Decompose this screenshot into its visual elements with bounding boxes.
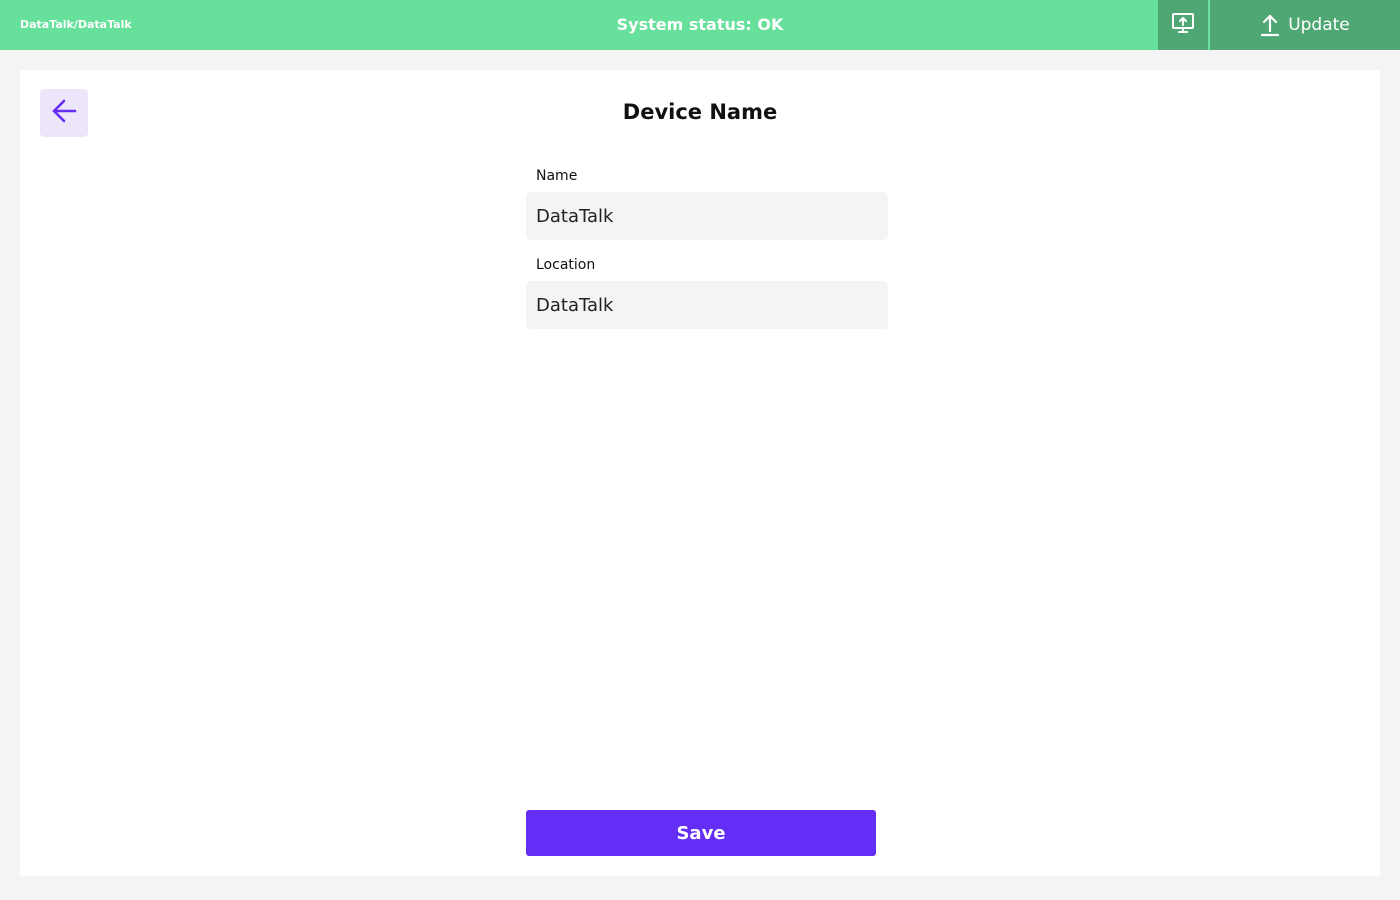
monitor-upload-icon <box>1171 11 1195 39</box>
location-label: Location <box>536 257 596 273</box>
page-title: Device Name <box>622 100 778 124</box>
breadcrumb[interactable]: DataTalk/DataTalk <box>20 0 132 50</box>
name-input[interactable] <box>526 192 888 240</box>
update-button-label: Update <box>1288 15 1350 35</box>
upload-arrow-icon <box>1260 13 1280 37</box>
top-bar: DataTalk/DataTalk System status: OK Upda… <box>0 0 1400 50</box>
name-label: Name <box>536 168 578 184</box>
save-button[interactable]: Save <box>526 810 876 856</box>
device-name-panel: Device Name Name Location Save <box>20 70 1380 876</box>
screen-upload-button[interactable] <box>1158 0 1208 50</box>
update-button[interactable]: Update <box>1210 0 1400 50</box>
location-input[interactable] <box>526 281 888 329</box>
